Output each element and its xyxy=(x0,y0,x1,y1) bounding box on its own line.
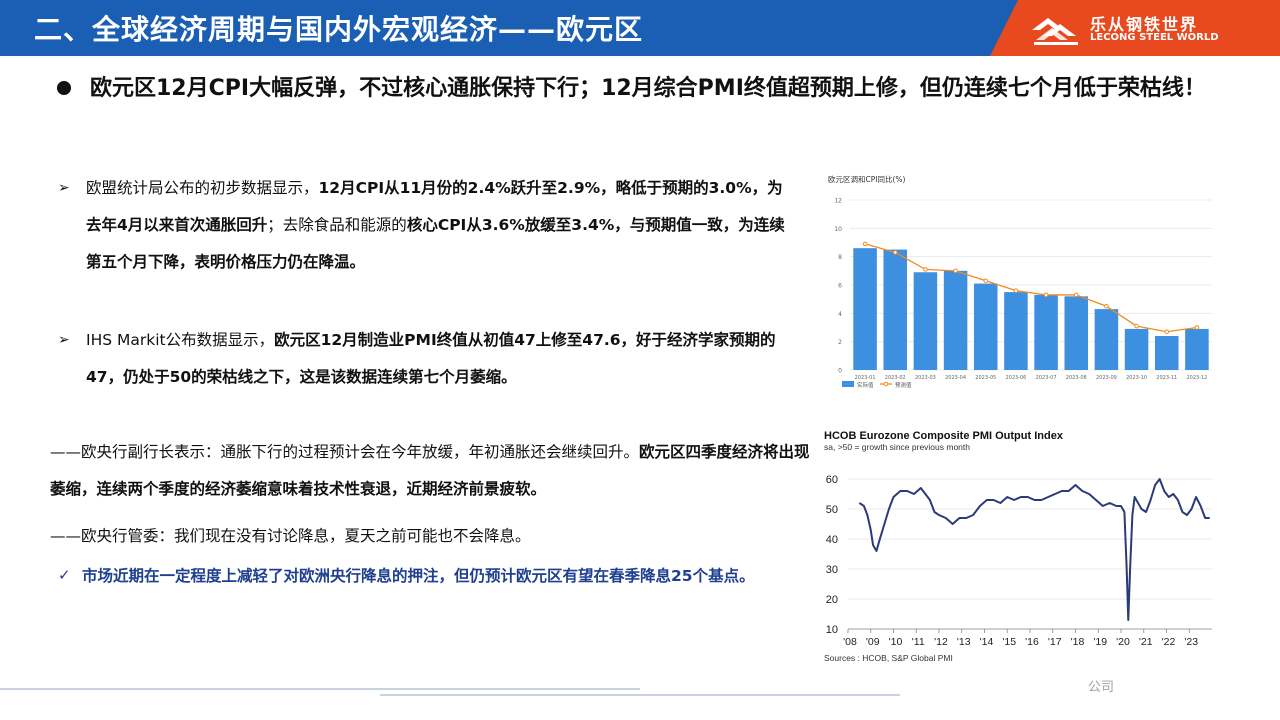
y-tick-label: 8 xyxy=(838,254,842,261)
x-tick-label: '21 xyxy=(1139,636,1153,648)
forecast-point xyxy=(1134,323,1139,329)
x-tick-label: 2023-08 xyxy=(1066,375,1087,381)
bar xyxy=(1004,292,1028,370)
bar xyxy=(943,270,968,370)
x-tick-label: '16 xyxy=(1025,636,1039,648)
forecast-point xyxy=(983,278,989,284)
bar xyxy=(1185,328,1209,370)
x-tick-label: 2023-11 xyxy=(1156,375,1177,381)
forecast-point xyxy=(892,250,898,255)
paragraph-cpi: 欧盟统计局公布的初步数据显示，12月CPI从11月份的2.4%跃升至2.9%，略… xyxy=(86,170,786,281)
chart-title: 欧元区调和CPI同比(%) xyxy=(828,174,906,184)
bar xyxy=(973,283,998,370)
y-tick-label: 10 xyxy=(834,226,842,233)
y-tick-label: 6 xyxy=(838,283,842,290)
legend-label: 预测值 xyxy=(895,381,912,389)
page-title: 二、全球经济周期与国内外宏观经济——欧元区 xyxy=(34,13,644,46)
conclusion-text: 市场近期在一定程度上减轻了对欧洲央行降息的押注，但仍预计欧元区有望在春季降息25… xyxy=(82,567,755,585)
footer-text: 公司 xyxy=(1088,680,1115,695)
x-tick-label: 2023-07 xyxy=(1036,375,1057,381)
forecast-point xyxy=(862,241,868,247)
bar xyxy=(1094,309,1119,370)
bar xyxy=(1124,328,1149,370)
y-tick-label: 10 xyxy=(826,624,838,636)
ecb-member-text: ——欧央行管委：我们现在没有讨论降息，夏天之前可能也不会降息。 xyxy=(50,527,531,545)
x-tick-label: 2023-09 xyxy=(1096,375,1117,381)
legend-label: 实际值 xyxy=(857,381,874,389)
x-tick-label: '23 xyxy=(1184,636,1198,648)
bar xyxy=(913,272,938,370)
checkmark-icon: ✓ xyxy=(58,566,71,584)
y-tick-label: 0 xyxy=(838,368,842,375)
forecast-point xyxy=(953,268,958,274)
chart-title: HCOB Eurozone Composite PMI Output Index xyxy=(824,430,1064,442)
paragraph-ecb-member: ——欧央行管委：我们现在没有讨论降息，夏天之前可能也不会降息。 xyxy=(50,518,810,555)
headline: 欧元区12月CPI大幅反弹，不过核心通胀保持下行；12月综合PMI终值超预期上修… xyxy=(90,76,1206,101)
legend-swatch xyxy=(883,381,889,387)
paragraph-pmi: IHS Markit公布数据显示，欧元区12月制造业PMI终值从初值47上修至4… xyxy=(86,322,786,396)
x-tick-label: '14 xyxy=(980,636,994,648)
x-tick-label: '19 xyxy=(1093,636,1107,648)
forecast-point xyxy=(1164,329,1170,335)
y-tick-label: 50 xyxy=(826,504,838,516)
x-tick-label: 2023-12 xyxy=(1186,375,1207,381)
bar xyxy=(1034,294,1058,370)
logo-text-en: LECONG STEEL WORLD xyxy=(1090,32,1219,43)
forecast-point xyxy=(1073,292,1079,298)
x-tick-label: '13 xyxy=(957,636,971,648)
forecast-point xyxy=(1043,292,1049,298)
forecast-point xyxy=(923,267,928,272)
ecb-vice-text-1: ——欧央行副行长表示：通胀下行的过程预计会在今年放缓，年初通胀还会继续回升。 xyxy=(50,443,640,461)
y-tick-label: 4 xyxy=(838,311,842,318)
cpi-text-3: ；去除食品和能源的 xyxy=(267,216,407,234)
x-tick-label: '18 xyxy=(1071,636,1085,648)
x-tick-label: 2023-01 xyxy=(855,375,876,381)
x-tick-label: 2023-10 xyxy=(1126,375,1147,381)
pmi-line-chart: HCOB Eurozone Composite PMI Output Index… xyxy=(824,430,1212,663)
x-tick-label: 2023-05 xyxy=(975,375,996,381)
paragraph-ecb-vice: ——欧央行副行长表示：通胀下行的过程预计会在今年放缓，年初通胀还会继续回升。欧元… xyxy=(50,434,810,508)
bar xyxy=(1154,336,1179,370)
bar xyxy=(1064,296,1089,370)
x-tick-label: 2023-03 xyxy=(915,375,936,381)
x-tick-label: 2023-06 xyxy=(1005,375,1026,381)
chart-subtitle: sa, >50 = growth since previous month xyxy=(824,442,970,452)
y-tick-label: 60 xyxy=(826,474,838,486)
arrow-bullet-icon: ➢ xyxy=(58,180,70,196)
y-tick-label: 12 xyxy=(834,198,842,205)
x-tick-label: '22 xyxy=(1162,636,1176,648)
logo-icon xyxy=(1032,18,1078,45)
x-tick-label: '11 xyxy=(912,636,925,648)
x-tick-label: '17 xyxy=(1048,636,1062,648)
cpi-bar-chart: 欧元区调和CPI同比(%) 0 2 4 6 8 10 12 2023-01 2023-02 2023… xyxy=(828,174,1212,389)
x-tick-label: 2023-04 xyxy=(945,375,966,381)
chart-source: Sources : HCOB, S&P Global PMI xyxy=(824,653,953,663)
y-tick-label: 30 xyxy=(826,564,838,576)
x-tick-label: 2023-02 xyxy=(885,375,906,381)
x-tick-label: '09 xyxy=(866,636,880,648)
footer-divider xyxy=(0,688,640,690)
y-tick-label: 20 xyxy=(826,594,838,606)
forecast-point xyxy=(1013,288,1019,293)
forecast-point xyxy=(1194,325,1200,330)
y-tick-label: 40 xyxy=(826,534,838,546)
arrow-bullet-icon: ➢ xyxy=(58,332,70,348)
bar xyxy=(883,249,908,370)
x-tick-label: '20 xyxy=(1116,636,1130,648)
bar xyxy=(853,248,877,370)
forecast-point xyxy=(1104,303,1109,309)
x-tick-label: '08 xyxy=(843,636,857,648)
pmi-text-1: IHS Markit公布数据显示， xyxy=(86,331,275,349)
y-tick-label: 2 xyxy=(838,339,842,346)
bullet-icon xyxy=(57,81,71,95)
footer-divider xyxy=(380,694,900,696)
legend-swatch xyxy=(842,381,854,387)
x-tick-label: '10 xyxy=(889,636,903,648)
x-tick-label: '12 xyxy=(934,636,948,648)
x-tick-label: '15 xyxy=(1002,636,1016,648)
cpi-text-1: 欧盟统计局公布的初步数据显示， xyxy=(86,179,319,197)
